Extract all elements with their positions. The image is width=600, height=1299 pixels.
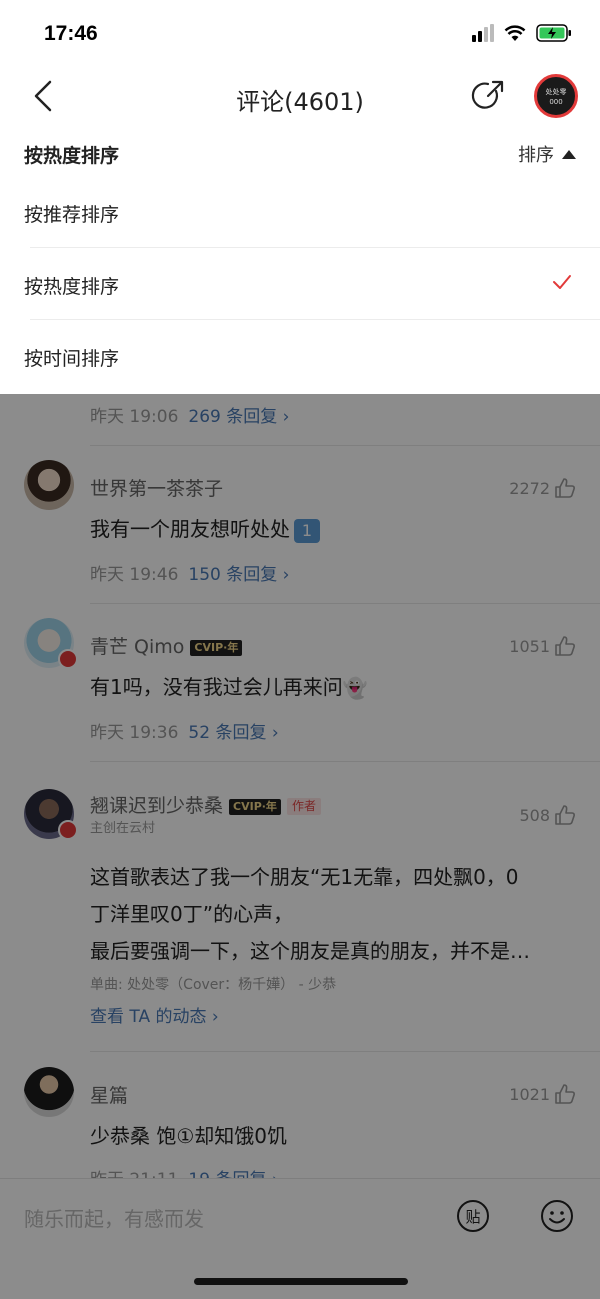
battery-charging-icon — [536, 24, 571, 42]
share-icon — [471, 80, 504, 109]
dim-overlay[interactable] — [0, 394, 600, 1178]
sort-header: 按热度排序 排序 — [0, 128, 600, 176]
sort-option-recommended[interactable]: 按推荐排序 — [0, 176, 600, 248]
sort-toggle-button[interactable]: 排序 — [518, 141, 576, 167]
sort-toggle-label: 排序 — [518, 145, 554, 166]
status-bar: 17:46 — [0, 0, 600, 66]
sort-option-hot[interactable]: 按热度排序 — [0, 248, 600, 320]
checkmark-icon — [553, 275, 571, 289]
sort-option-time[interactable]: 按时间排序 — [0, 320, 600, 392]
share-button[interactable] — [470, 78, 506, 114]
album-cover-text: 000 — [549, 98, 563, 106]
nav-bar: 评论(4601) 处处零 000 — [0, 66, 600, 128]
sort-dropdown-menu: 按推荐排序 按热度排序 按时间排序 — [0, 176, 600, 394]
sort-option-label: 按时间排序 — [24, 348, 120, 370]
sort-option-label: 按推荐排序 — [24, 204, 120, 226]
sort-option-label: 按热度排序 — [24, 276, 120, 298]
page-title: 评论(4601) — [236, 88, 364, 116]
cellular-signal-icon — [472, 24, 494, 42]
caret-up-icon — [562, 150, 576, 159]
home-indicator[interactable] — [194, 1278, 408, 1285]
wifi-icon — [504, 25, 526, 41]
status-time: 17:46 — [44, 22, 98, 45]
album-cover-text: 处处零 — [545, 88, 567, 96]
current-sort-label: 按热度排序 — [24, 145, 120, 167]
status-icons — [472, 24, 572, 42]
album-cover-button[interactable]: 处处零 000 — [534, 74, 578, 118]
